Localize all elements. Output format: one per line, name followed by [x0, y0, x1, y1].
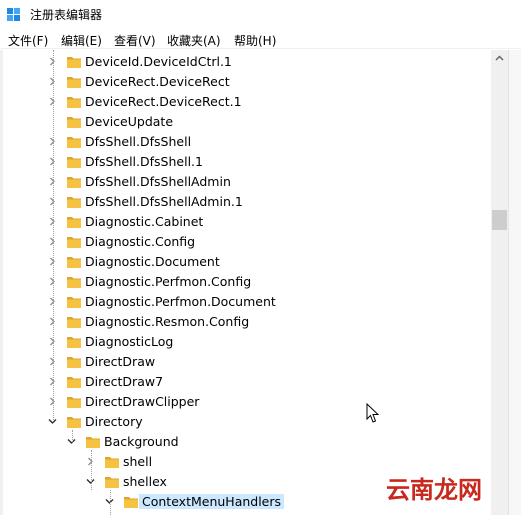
folder-icon — [67, 237, 81, 248]
tree-item-label: Diagnostic.Resmon.Config — [85, 314, 250, 329]
tree-item-label: DeviceUpdate — [85, 114, 174, 129]
tree-item[interactable]: Directory — [0, 412, 490, 432]
tree-item-label: Diagnostic.Config — [85, 234, 196, 249]
tree-item-label: DeviceRect.DeviceRect — [85, 74, 230, 89]
tree-item-label: DfsShell.DfsShellAdmin — [85, 174, 231, 189]
folder-icon — [67, 137, 81, 148]
tree-item-label: DeviceRect.DeviceRect.1 — [85, 94, 242, 109]
tree-item[interactable]: Diagnostic.Document — [0, 252, 490, 272]
tree-item[interactable]: Diagnostic.Cabinet — [0, 212, 490, 232]
folder-open-icon — [105, 477, 119, 488]
tree-item-label: Diagnostic.Document — [85, 254, 220, 269]
tree-item-label: DfsShell.DfsShellAdmin.1 — [85, 194, 243, 209]
tree-item[interactable]: shell — [0, 452, 490, 472]
menu-file[interactable]: 文件(F) — [8, 32, 48, 49]
mouse-cursor-icon — [366, 403, 380, 423]
folder-icon — [67, 337, 81, 348]
tree-item-label: shell — [123, 454, 153, 469]
scroll-up-arrow-icon[interactable] — [491, 50, 508, 67]
folder-icon — [67, 197, 81, 208]
folder-icon — [67, 117, 81, 128]
registry-editor-app-icon — [7, 8, 20, 21]
tree-item-label: shellex — [123, 474, 167, 489]
menu-bar: 文件(F) 编辑(E) 查看(V) 收藏夹(A) 帮助(H) — [0, 30, 521, 49]
vertical-scrollbar[interactable] — [491, 50, 508, 515]
tree-item[interactable]: Background — [0, 432, 490, 452]
tree-item-label: Diagnostic.Perfmon.Config — [85, 274, 252, 289]
watermark-text: 云南龙网 — [386, 475, 482, 504]
tree-item-label: DiagnosticLog — [85, 334, 174, 349]
tree-item[interactable]: DfsShell.DfsShell.1 — [0, 152, 490, 172]
folder-open-icon — [124, 497, 138, 508]
folder-icon — [67, 97, 81, 108]
tree-item-label: Diagnostic.Cabinet — [85, 214, 204, 229]
folder-open-icon — [86, 437, 100, 448]
tree-item[interactable]: Diagnostic.Perfmon.Document — [0, 292, 490, 312]
tree-item[interactable]: DirectDrawClipper — [0, 392, 490, 412]
tree-item[interactable]: Diagnostic.Resmon.Config — [0, 312, 490, 332]
tree-item[interactable]: DeviceUpdate — [0, 112, 490, 132]
tree-item[interactable]: DfsShell.DfsShell — [0, 132, 490, 152]
folder-icon — [67, 157, 81, 168]
menu-edit[interactable]: 编辑(E) — [61, 32, 102, 49]
tree-item[interactable]: DeviceRect.DeviceRect.1 — [0, 92, 490, 112]
tree-guide-line — [72, 430, 73, 442]
tree-item-label: DirectDrawClipper — [85, 394, 200, 409]
title-bar[interactable]: 注册表编辑器 — [0, 0, 521, 30]
tree-item-label: Diagnostic.Perfmon.Document — [85, 294, 276, 309]
tree-item-label: ContextMenuHandlers — [139, 494, 285, 509]
tree-item[interactable]: DeviceRect.DeviceRect — [0, 72, 490, 92]
window-title: 注册表编辑器 — [30, 8, 103, 22]
folder-open-icon — [67, 417, 81, 428]
folder-icon — [67, 217, 81, 228]
tree-guide-line — [53, 50, 54, 420]
folder-icon — [67, 317, 81, 328]
values-pane-edge — [508, 50, 521, 515]
tree-item[interactable]: Diagnostic.Perfmon.Config — [0, 272, 490, 292]
tree-item[interactable]: DirectDraw — [0, 352, 490, 372]
tree-guide-line — [91, 450, 92, 490]
menu-view[interactable]: 查看(V) — [114, 32, 156, 49]
tree-guide-line — [110, 490, 111, 515]
tree-item[interactable]: Diagnostic.Config — [0, 232, 490, 252]
tree-item[interactable]: DfsShell.DfsShellAdmin — [0, 172, 490, 192]
folder-icon — [67, 377, 81, 388]
folder-icon — [67, 77, 81, 88]
tree-item[interactable]: DiagnosticLog — [0, 332, 490, 352]
tree-item-label: Background — [104, 434, 179, 449]
tree-item-label: DfsShell.DfsShell — [85, 134, 192, 149]
tree-item-label: Directory — [85, 414, 143, 429]
menu-favorites[interactable]: 收藏夹(A) — [167, 32, 221, 49]
watermark-logo: 云南龙网 — [386, 470, 486, 504]
tree-item[interactable]: DfsShell.DfsShellAdmin.1 — [0, 192, 490, 212]
folder-icon — [105, 457, 119, 468]
tree-item-label: DirectDraw — [85, 354, 156, 369]
folder-icon — [67, 177, 81, 188]
folder-icon — [67, 357, 81, 368]
folder-icon — [67, 57, 81, 68]
tree-item-label: DeviceId.DeviceIdCtrl.1 — [85, 54, 232, 69]
folder-icon — [67, 257, 81, 268]
scrollbar-thumb[interactable] — [492, 210, 507, 230]
tree-item-label: DfsShell.DfsShell.1 — [85, 154, 203, 169]
folder-icon — [67, 397, 81, 408]
menu-help[interactable]: 帮助(H) — [234, 32, 276, 49]
tree-item-label: DirectDraw7 — [85, 374, 164, 389]
tree-item[interactable]: DeviceId.DeviceIdCtrl.1 — [0, 52, 490, 72]
folder-icon — [67, 277, 81, 288]
folder-icon — [67, 297, 81, 308]
tree-item[interactable]: DirectDraw7 — [0, 372, 490, 392]
